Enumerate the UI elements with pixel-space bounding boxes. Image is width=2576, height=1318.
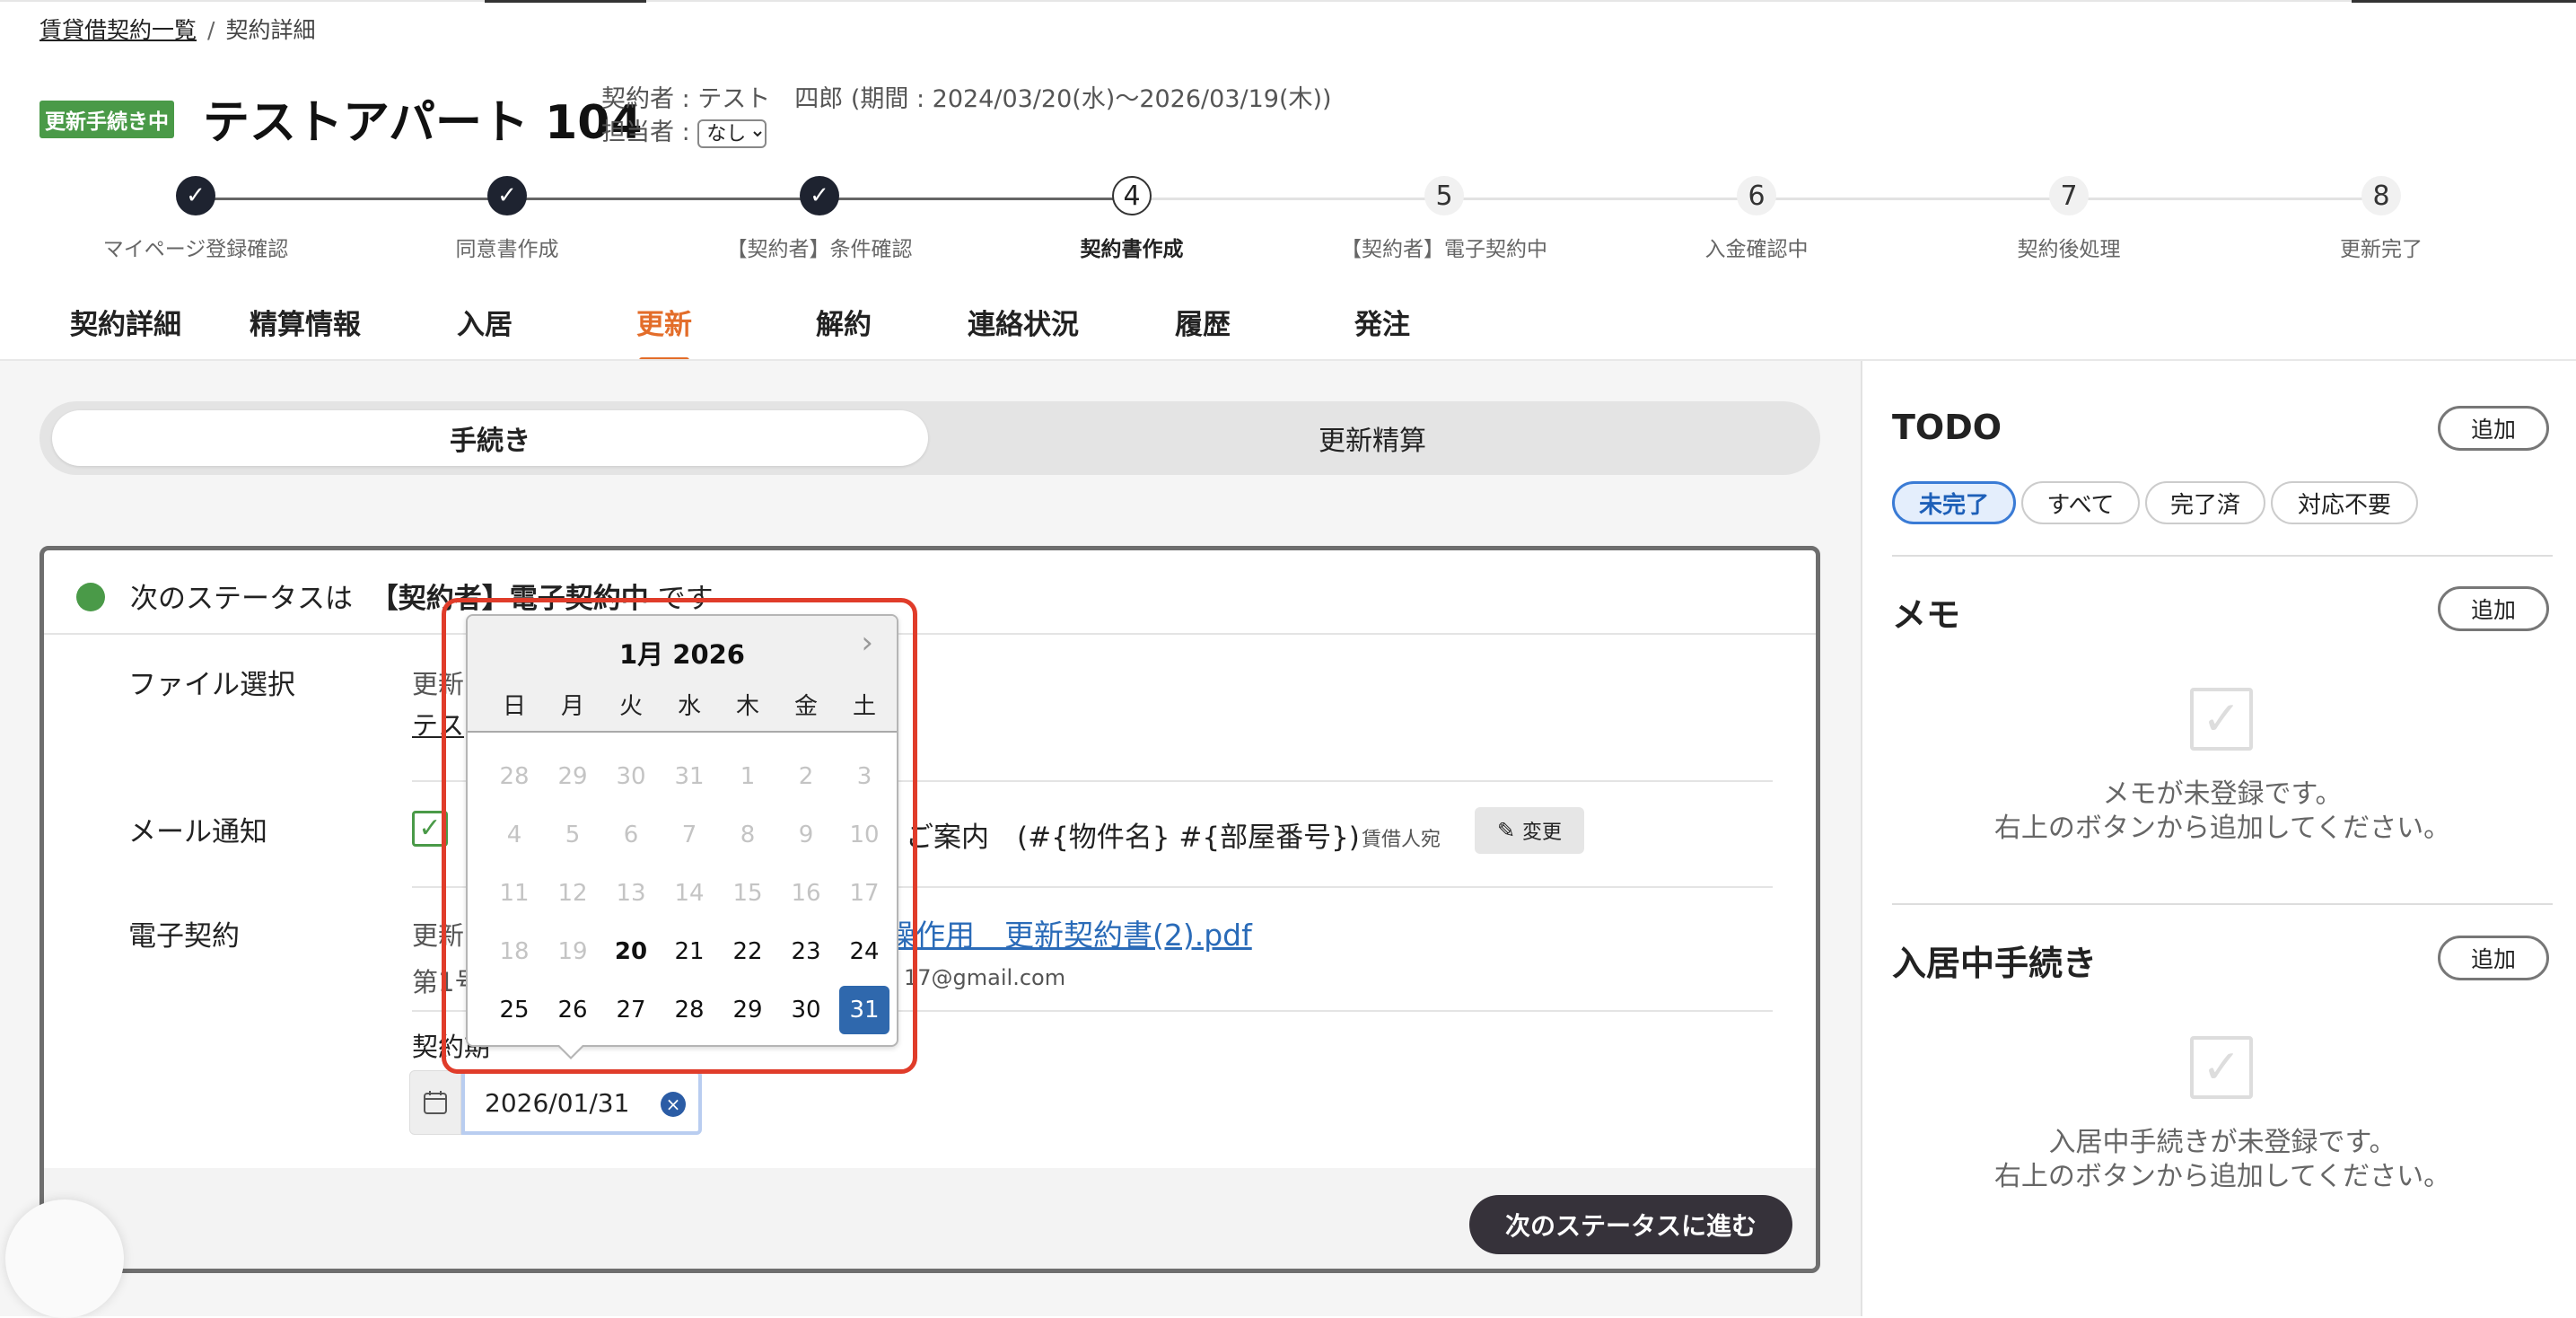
step-7: 7 契約後処理 [1916, 176, 2221, 262]
step-4: 4 契約書作成 [979, 176, 1284, 262]
tab-6[interactable]: 連絡状況 [933, 302, 1113, 359]
step-label: 【契約者】電子契約中 [1341, 238, 1547, 261]
econtract-label: 電子契約 [128, 920, 240, 953]
pencil-icon: ✎ [1496, 818, 1516, 843]
step-number: 8 [2361, 176, 2401, 215]
occupancy-empty-text: 入居中手続きが未登録です。 右上のボタンから追加してください。 [1993, 1127, 2451, 1192]
check-icon: ✓ [800, 176, 839, 215]
change-button[interactable]: ✎ 変更 [1475, 807, 1584, 854]
contract-meta: 契約者 : テスト 四郎 (期間 : 2024/03/20(水)〜2026/03… [601, 83, 1332, 149]
date-input[interactable]: 2026/01/31 × [461, 1070, 702, 1135]
tab-5[interactable]: 解約 [754, 302, 933, 359]
segment-settlement[interactable]: 更新精算 [937, 410, 1808, 466]
page-title: テストアパート 104 [203, 96, 643, 150]
step-1: ✓ マイページ登録確認 [43, 176, 348, 262]
status-card: 次のステータスは 【契約者】電子契約中 です ファイル選択 更新 テス メール通… [39, 546, 1820, 1273]
check-icon: ✓ [487, 176, 527, 215]
todo-filter-chip[interactable]: 完了済 [2145, 481, 2265, 524]
tab-3[interactable]: 入居 [395, 302, 574, 359]
step-label: マイページ登録確認 [102, 238, 289, 261]
step-6: 6 入金確認中 [1604, 176, 1909, 262]
todo-title: TODO [1892, 408, 2002, 447]
step-8: 8 更新完了 [2229, 176, 2534, 262]
tab-8[interactable]: 発注 [1292, 302, 1472, 359]
signer-email: 17@gmail.com [904, 965, 1066, 990]
assignee-label: 担当者 : [601, 119, 690, 146]
todo-filter-chip[interactable]: 対応不要 [2271, 481, 2418, 524]
occupancy-title: 入居中手続き [1892, 944, 2098, 983]
tab-2[interactable]: 精算情報 [215, 302, 395, 359]
breadcrumb-current: 契約詳細 [225, 17, 316, 43]
step-label: 【契約者】条件確認 [726, 238, 913, 261]
tab-1[interactable]: 契約詳細 [36, 302, 215, 359]
highlight-box [442, 598, 917, 1074]
tab-7[interactable]: 履歴 [1113, 302, 1292, 359]
tab-bar: 契約詳細 精算情報 入居 更新 解約 連絡状況 履歴 発注 [36, 302, 1472, 363]
step-number: 4 [1112, 176, 1152, 215]
occupancy-add-button[interactable]: 追加 [2438, 936, 2549, 980]
check-icon: ✓ [176, 176, 215, 215]
step-2: ✓ 同意書作成 [355, 176, 660, 262]
contract-pdf-link[interactable]: 操作用 更新契約書(2).pdf [886, 911, 1252, 954]
segment-procedure[interactable]: 手続き [52, 410, 928, 466]
breadcrumb-list-link[interactable]: 賃貸借契約一覧 [39, 17, 197, 43]
todo-add-button[interactable]: 追加 [2438, 406, 2549, 451]
segment-control: 手続き 更新精算 [39, 401, 1820, 475]
mail-notify-label: メール通知 [128, 816, 267, 848]
step-number: 7 [2049, 176, 2089, 215]
step-label: 更新完了 [2340, 238, 2423, 261]
todo-filter-chip[interactable]: すべて [2021, 481, 2140, 524]
memo-empty-text: メモが未登録です。 右上のボタンから追加してください。 [1993, 778, 2451, 844]
todo-filter-chip[interactable]: 未完了 [1892, 481, 2016, 524]
next-status-button[interactable]: 次のステータスに進む [1469, 1195, 1792, 1254]
memo-title: メモ [1892, 595, 1961, 635]
status-stepper: ✓ マイページ登録確認 ✓ 同意書作成 ✓ 【契約者】条件確認 4 契約書作成 5 【契約者】電子… [0, 176, 2576, 275]
floating-button[interactable] [5, 1199, 124, 1318]
contract-date-field: 2026/01/31 × [409, 1070, 702, 1135]
step-label: 入金確認中 [1704, 238, 1809, 261]
step-number: 6 [1737, 176, 1776, 215]
step-number: 5 [1424, 176, 1464, 215]
memo-add-button[interactable]: 追加 [2438, 586, 2549, 631]
mail-recipient: 賃借人宛 [1362, 829, 1441, 851]
step-5: 5 【契約者】電子契約中 [1292, 176, 1597, 262]
empty-checkbox-icon: ✓ [2190, 688, 2253, 751]
assignee-select[interactable]: なし [697, 119, 767, 148]
empty-checkbox-icon: ✓ [2190, 1036, 2253, 1099]
contractor-info: 契約者 : テスト 四郎 (期間 : 2024/03/20(水)〜2026/03… [601, 85, 1332, 113]
mail-subject: ご案内 (#{物件名} #{部屋番号}) [906, 822, 1360, 854]
top-border [0, 0, 2576, 3]
tab-4[interactable]: 更新 [574, 302, 754, 363]
breadcrumb: 賃貸借契約一覧 / 契約詳細 [39, 17, 316, 43]
file-select-label: ファイル選択 [128, 669, 295, 701]
status-dot [76, 583, 105, 611]
step-label: 契約後処理 [2017, 238, 2121, 261]
status-badge: 更新手続き中 [39, 101, 174, 138]
step-3: ✓ 【契約者】条件確認 [667, 176, 972, 262]
clear-icon[interactable]: × [661, 1092, 686, 1117]
step-label: 同意書作成 [455, 238, 559, 261]
calendar-icon[interactable] [409, 1070, 461, 1135]
step-label: 契約書作成 [1080, 238, 1184, 261]
